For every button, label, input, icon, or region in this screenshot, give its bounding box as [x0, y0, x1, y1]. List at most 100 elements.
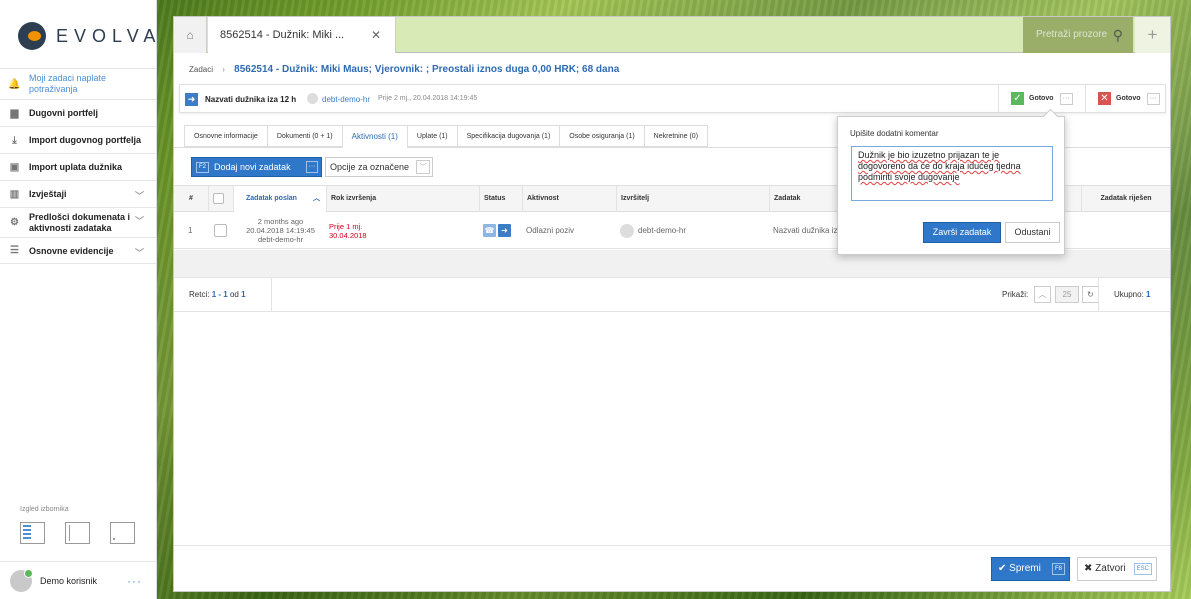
sidebar-item-label: Dugovni portfelj — [29, 108, 98, 118]
breadcrumb: Zadaci › 8562514 - Dužnik: Miki Maus; Vj… — [189, 64, 619, 75]
show-label: Prikaži: — [1002, 290, 1029, 299]
user-panel[interactable]: Demo korisnik ··· — [0, 561, 156, 599]
col-solved[interactable]: Zadatak riješen — [1082, 186, 1170, 212]
sidebar-item-basic-records[interactable]: ☰ Osnovne evidencije ﹀ — [0, 237, 156, 264]
layout-collapsed-icon[interactable] — [65, 522, 90, 544]
total-info: Ukupno: 1 — [1114, 290, 1150, 299]
avatar — [10, 568, 33, 592]
breadcrumb-root[interactable]: Zadaci — [189, 65, 213, 74]
shortcut-key: F2 — [196, 161, 210, 173]
done-success-label[interactable]: Gotovo — [1029, 95, 1054, 102]
divider — [271, 278, 272, 312]
tab-real-estate[interactable]: Nekretnine (0) — [643, 125, 709, 147]
row-status: ☎ ➜ — [483, 212, 513, 249]
rows-of: od — [229, 290, 239, 299]
brand-name: EVOLVA — [56, 25, 162, 46]
avatar — [620, 223, 634, 238]
refresh-icon[interactable]: ↻ — [1082, 286, 1099, 303]
row-task: Nazvati dužnika iz — [773, 226, 838, 235]
total-value: 1 — [1146, 290, 1151, 299]
search-icon: ⚲ — [1112, 27, 1123, 43]
x-icon[interactable]: ✕ — [1098, 92, 1111, 105]
add-task-button[interactable]: F2 Dodaj novi zadatak ··· — [191, 157, 322, 177]
tab-basic-info[interactable]: Osnovne informacije — [184, 125, 267, 147]
row-checkbox[interactable] — [214, 224, 227, 237]
tab-documents[interactable]: Dokumenti (0 + 1) — [266, 125, 342, 147]
done-fail-label[interactable]: Gotovo — [1116, 95, 1141, 102]
col-activity[interactable]: Aktivnost — [523, 186, 617, 212]
col-sent[interactable]: Zadatak poslan ︿ — [234, 186, 327, 212]
save-button[interactable]: ✔ Spremi F8 — [991, 557, 1070, 581]
check-circle-icon: ✔ — [998, 563, 1007, 574]
arrow-right-icon: ➜ — [498, 224, 511, 237]
layout-hidden-icon[interactable] — [110, 522, 135, 544]
col-executor[interactable]: Izvršitelj — [617, 186, 770, 212]
sidebar-item-label: Predlošci dokumenata i aktivnosti zadata… — [29, 211, 131, 233]
home-tab[interactable]: ⌂ — [174, 17, 207, 53]
more-icon[interactable]: ··· — [306, 161, 318, 173]
sidebar-item-debt-portfolio[interactable]: ▆ Dugovni portfelj — [0, 99, 156, 126]
chevron-up-icon: ︿ — [313, 195, 320, 202]
tab-guarantors[interactable]: Osobe osiguranja (1) — [559, 125, 644, 147]
tab-debt-spec[interactable]: Specifikacija dugovanja (1) — [456, 125, 560, 147]
window-search[interactable]: Pretraži prozore ⚲ — [1023, 17, 1133, 53]
chevron-down-icon: ﹀ — [134, 248, 144, 258]
window-tab-title: 8562514 - Dužnik: Miki ... — [220, 29, 345, 41]
pager: Retci: 1 - 1 od 1 Prikaži: ︿ 25 ↻ Ukupno… — [174, 278, 1170, 312]
row-activity: Odlazni poziv — [526, 226, 575, 235]
row-num: 1 — [188, 226, 193, 235]
done-success-group: ✓ Gotovo ··· — [998, 85, 1073, 112]
tab-payments[interactable]: Uplate (1) — [406, 125, 457, 147]
task-user[interactable]: debt-demo-hr — [322, 95, 370, 104]
col-due[interactable]: Rok izvršenja — [327, 186, 480, 212]
breadcrumb-current: 8562514 - Dužnik: Miki Maus; Vjerovnik: … — [234, 64, 620, 75]
gear-icon: ⚙ — [10, 217, 19, 228]
task-title: Nazvati dužnika iza 12 h — [205, 95, 297, 104]
search-placeholder: Pretraži prozore — [1036, 29, 1108, 40]
phone-icon: ☎ — [483, 224, 496, 237]
sidebar-item-label: Izvještaji — [29, 189, 67, 199]
sidebar-item-reports[interactable]: ▥ Izvještaji ﹀ — [0, 180, 156, 207]
sidebar-item-templates[interactable]: ⚙ Predlošci dokumenata i aktivnosti zada… — [0, 207, 156, 237]
chevron-down-icon: ﹀ — [134, 216, 144, 226]
task-header: ➜ Nazvati dužnika iza 12 h debt-demo-hr … — [179, 84, 1166, 113]
row-due-relative: Prije 1 mj. — [329, 221, 363, 231]
user-menu-icon[interactable]: ··· — [127, 574, 142, 588]
row-executor: debt-demo-hr — [620, 212, 686, 249]
window-tab[interactable]: 8562514 - Dužnik: Miki ... ✕ — [208, 17, 396, 53]
cancel-button[interactable]: Odustani — [1005, 222, 1060, 243]
options-dropdown[interactable]: Opcije za označene ﹀ — [325, 157, 433, 177]
bell-icon: 🔔 — [8, 78, 21, 90]
new-window-button[interactable]: + — [1135, 17, 1170, 53]
row-due-date: 30.04.2018 — [329, 230, 367, 240]
arrow-right-icon: ➜ — [185, 93, 198, 106]
shortcut-key: ESC — [1133, 563, 1152, 575]
more-icon[interactable]: ··· — [1146, 92, 1160, 105]
sidebar-item-import-portfolio[interactable]: ⤓ Import dugovnog portfelja — [0, 126, 156, 153]
close-icon[interactable]: ✕ — [371, 17, 381, 53]
check-icon[interactable]: ✓ — [1011, 92, 1024, 105]
comment-textarea[interactable]: Dužnik je bio izuzetno prijazan te je do… — [851, 146, 1053, 201]
sidebar-item-import-payments[interactable]: ▣ Import uplata dužnika — [0, 153, 156, 180]
select-all-checkbox[interactable] — [213, 192, 224, 204]
close-button[interactable]: ✖ Zatvori ESC — [1077, 557, 1157, 581]
rows-info: Retci: 1 - 1 od 1 — [189, 290, 246, 299]
add-task-label: Dodaj novi zadatak — [214, 162, 291, 172]
more-icon[interactable]: ··· — [1059, 92, 1073, 105]
close-label: Zatvori — [1095, 563, 1126, 574]
col-select — [209, 186, 234, 212]
sidebar-item-my-tasks[interactable]: 🔔 Moji zadaci naplate potraživanja — [0, 68, 156, 99]
chevron-up-icon[interactable]: ︿ — [1034, 286, 1051, 303]
sidebar-item-label: Import dugovnog portfelja — [29, 135, 141, 145]
row-sent: 2 months ago 20.04.2018 14:19:45 debt-de… — [234, 212, 327, 249]
finish-task-button[interactable]: Završi zadatak — [923, 222, 1001, 243]
layout-label: Izgled izbornika — [20, 506, 69, 513]
rows-total: 1 — [241, 290, 246, 299]
tab-activities[interactable]: Aktivnosti (1) — [341, 125, 407, 148]
col-status[interactable]: Status — [480, 186, 523, 212]
page-size-input[interactable]: 25 — [1055, 286, 1079, 303]
sidebar-item-label: Osnovne evidencije — [29, 245, 114, 256]
chevron-down-icon: ﹀ — [416, 160, 430, 174]
layout-expanded-icon[interactable] — [20, 522, 45, 544]
sidebar-nav: 🔔 Moji zadaci naplate potraživanja ▆ Dug… — [0, 68, 156, 264]
